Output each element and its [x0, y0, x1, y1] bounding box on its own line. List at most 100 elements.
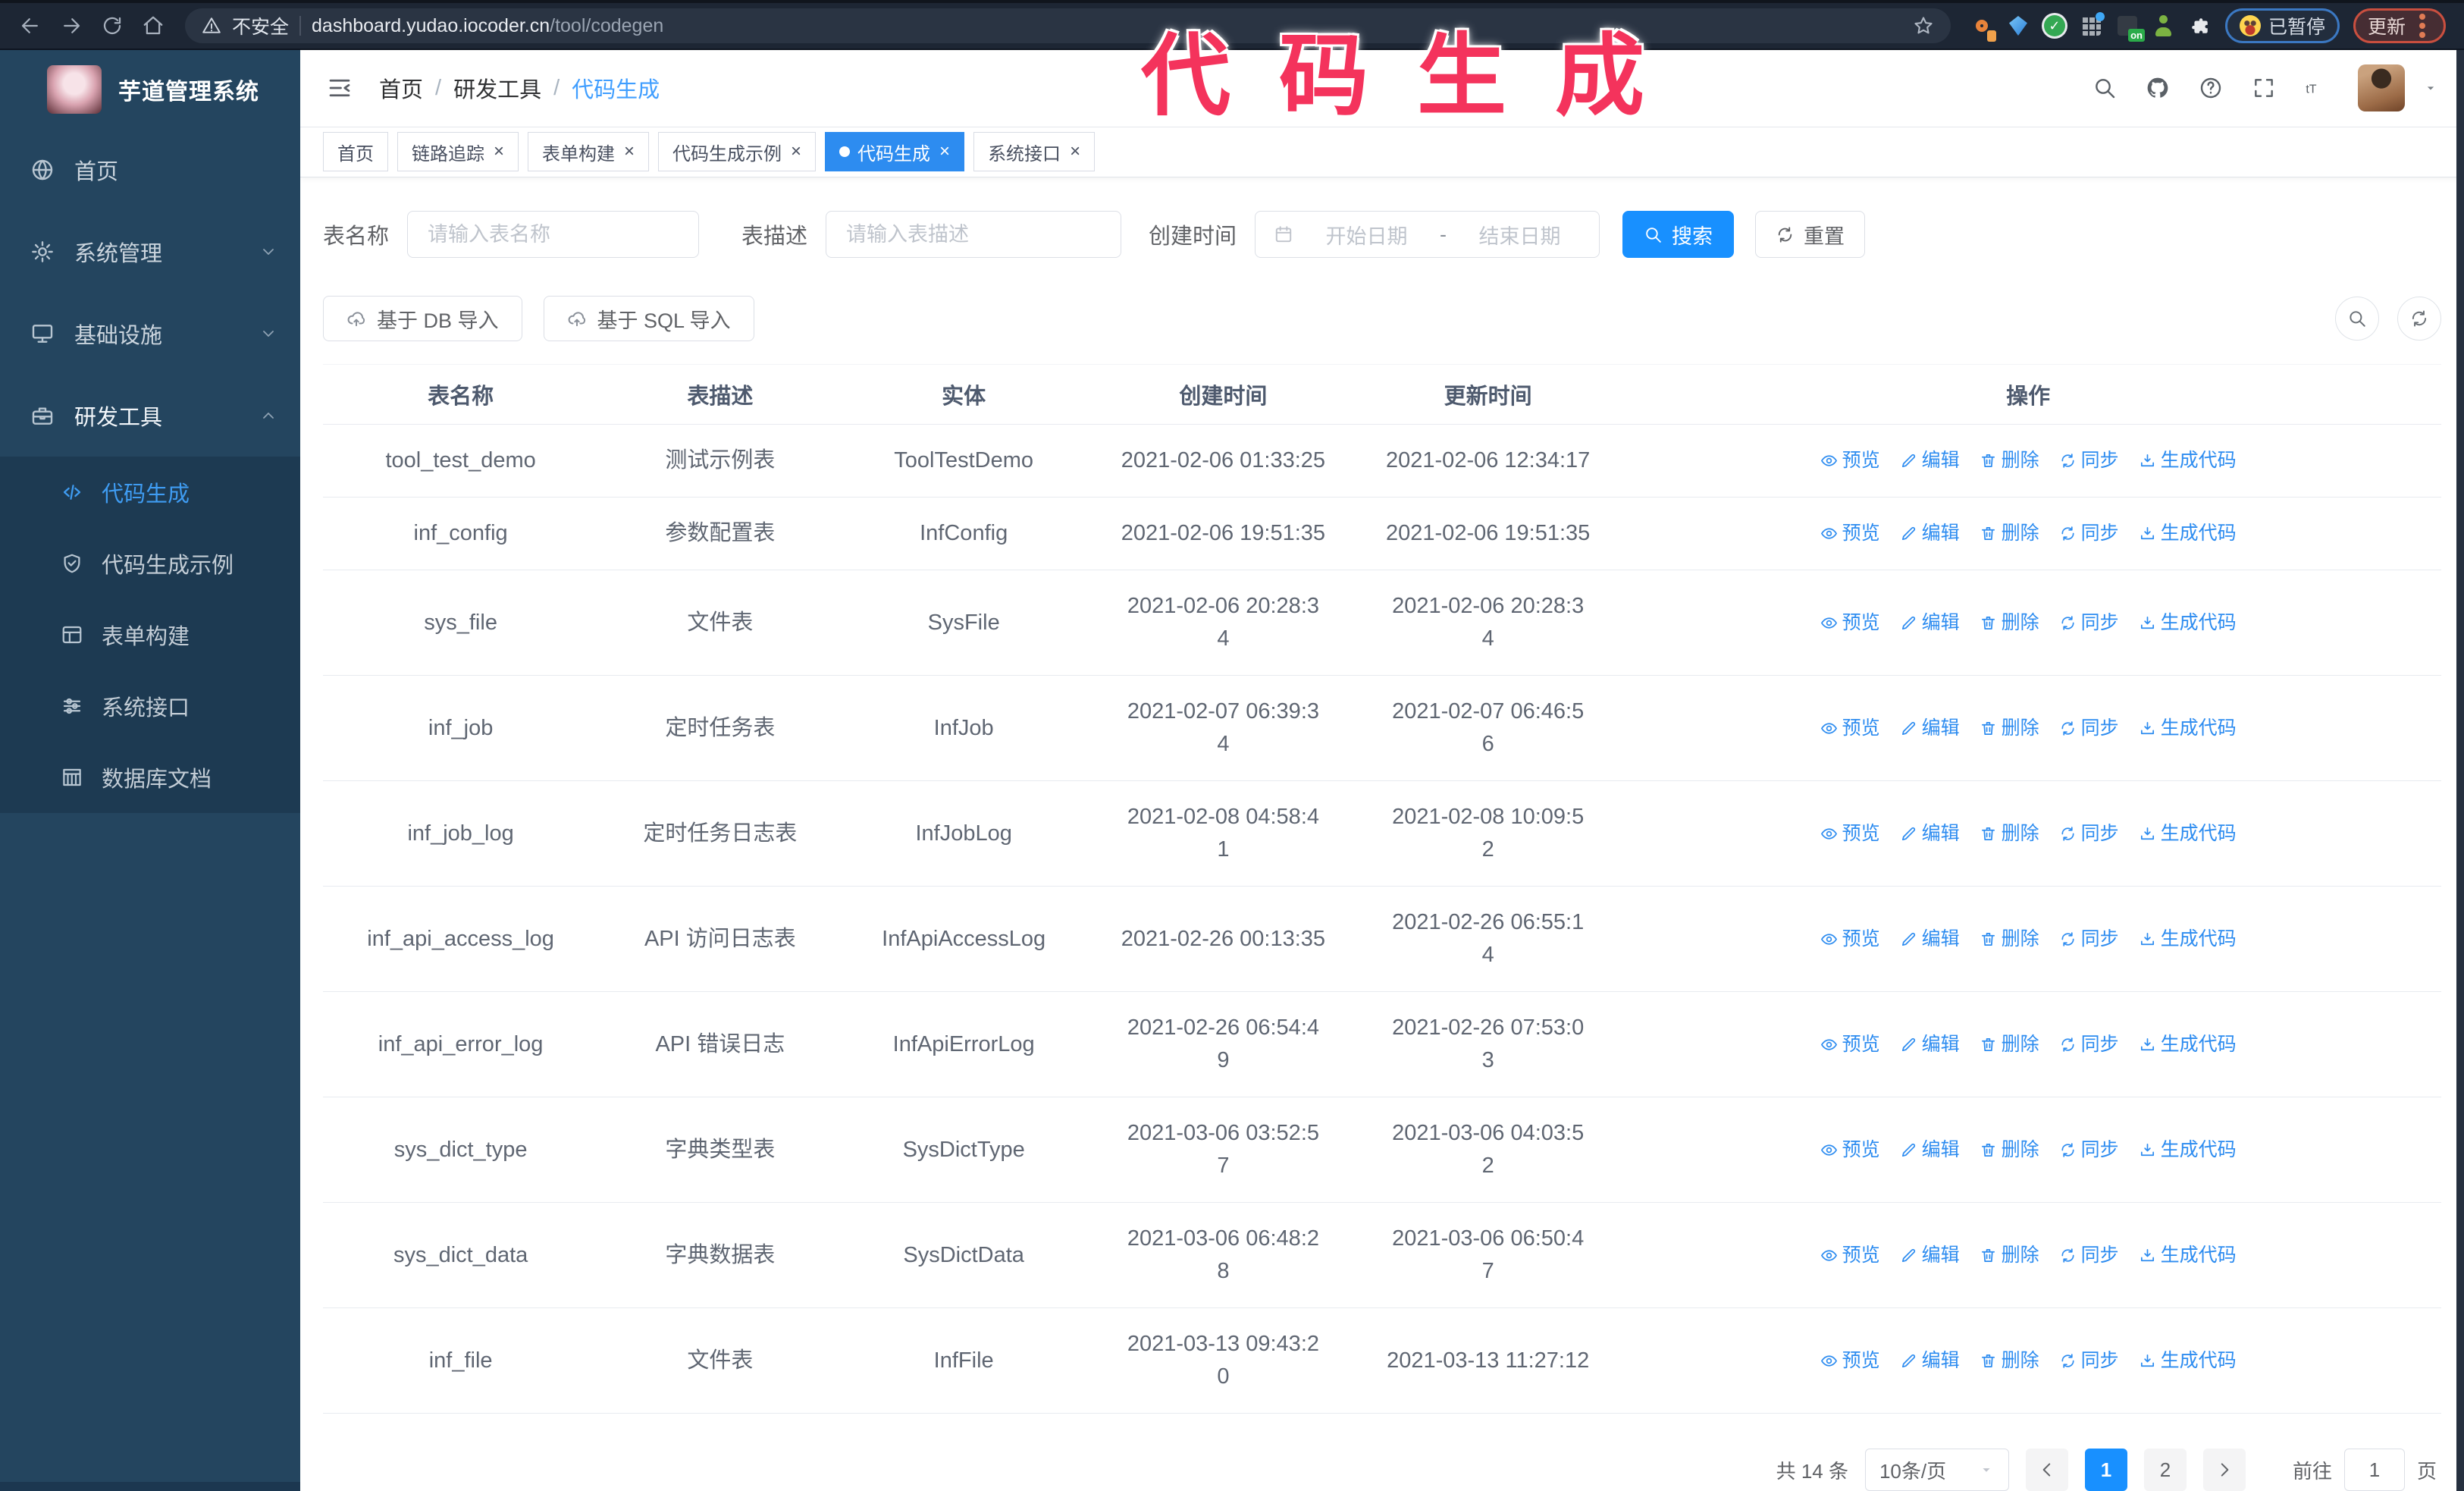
prev-page-button[interactable] [2025, 1449, 2068, 1491]
tab-view-tag[interactable]: 系统接口 × [973, 132, 1096, 172]
action-link[interactable]: 删除 [1980, 1239, 2039, 1272]
import-db-button[interactable]: 基于 DB 导入 [323, 296, 522, 341]
extension-dark-icon[interactable]: on [2116, 14, 2145, 42]
close-icon[interactable]: × [624, 143, 635, 161]
action-link[interactable]: 生成代码 [2139, 712, 2237, 745]
menu-dots-icon[interactable] [2419, 23, 2425, 29]
table-desc-input[interactable] [845, 221, 1103, 247]
date-range-picker[interactable]: 开始日期 - 结束日期 [1255, 211, 1600, 258]
extension-person-icon[interactable] [2152, 14, 2175, 37]
close-icon[interactable]: × [791, 143, 801, 161]
tab-view-tag[interactable]: 表单构建 × [528, 132, 650, 172]
table-desc-field[interactable] [826, 211, 1122, 258]
update-badge[interactable]: 更新 [2353, 8, 2446, 43]
action-link[interactable]: 删除 [1980, 1345, 2039, 1377]
action-link[interactable]: 预览 [1820, 1239, 1880, 1272]
action-link[interactable]: 删除 [1980, 1028, 2039, 1061]
action-link[interactable]: 生成代码 [2139, 818, 2237, 850]
breadcrumb-item[interactable]: 研发工具 [453, 72, 541, 104]
action-link[interactable]: 编辑 [1900, 923, 1960, 956]
extension-grid-icon[interactable] [2080, 14, 2102, 37]
action-link[interactable]: 编辑 [1900, 1345, 1960, 1377]
action-link[interactable]: 同步 [2059, 923, 2119, 956]
table-name-input[interactable] [426, 221, 681, 247]
tab-view-tag[interactable]: 代码生成 × [825, 132, 965, 172]
goto-page-input[interactable] [2343, 1449, 2405, 1491]
action-link[interactable]: 编辑 [1900, 1134, 1960, 1166]
close-icon[interactable]: × [1070, 143, 1080, 161]
action-link[interactable]: 删除 [1980, 818, 2039, 850]
action-link[interactable]: 同步 [2059, 444, 2119, 477]
font-size-icon[interactable]: tT [2305, 76, 2329, 100]
bookmark-star-icon[interactable] [1913, 15, 1934, 36]
caret-down-icon[interactable] [2423, 80, 2438, 96]
reset-button[interactable]: 重置 [1755, 211, 1866, 258]
extension-gem-icon[interactable] [2007, 14, 2030, 37]
back-icon[interactable] [12, 8, 49, 44]
close-icon[interactable]: × [939, 143, 950, 161]
avatar[interactable] [2358, 64, 2405, 112]
sidebar-subitem[interactable]: 表单构建 [0, 599, 300, 670]
action-link[interactable]: 编辑 [1900, 818, 1960, 850]
sidebar-subitem[interactable]: 代码生成 [0, 457, 300, 528]
sidebar-item[interactable]: 首页 [0, 129, 300, 211]
action-link[interactable]: 生成代码 [2139, 517, 2237, 550]
action-link[interactable]: 预览 [1820, 444, 1880, 477]
page-number[interactable]: 2 [2143, 1449, 2187, 1491]
action-link[interactable]: 删除 [1980, 1134, 2039, 1166]
action-link[interactable]: 同步 [2059, 1345, 2119, 1377]
action-link[interactable]: 预览 [1820, 923, 1880, 956]
action-link[interactable]: 编辑 [1900, 712, 1960, 745]
action-link[interactable]: 同步 [2059, 607, 2119, 639]
next-page-button[interactable] [2202, 1449, 2246, 1491]
action-link[interactable]: 同步 [2059, 818, 2119, 850]
action-link[interactable]: 预览 [1820, 818, 1880, 850]
breadcrumb-item[interactable]: 首页 [379, 72, 423, 104]
action-link[interactable]: 编辑 [1900, 444, 1960, 477]
action-link[interactable]: 编辑 [1900, 1028, 1960, 1061]
action-link[interactable]: 生成代码 [2139, 1345, 2237, 1377]
sidebar-item[interactable]: 系统管理 [0, 211, 300, 293]
search-button[interactable]: 搜索 [1622, 211, 1735, 258]
action-link[interactable]: 删除 [1980, 607, 2039, 639]
paused-badge[interactable]: 已暂停 [2224, 8, 2340, 43]
address-bar[interactable]: 不安全 dashboard.yudao.iocoder.cn/tool/code… [185, 8, 1951, 43]
home-icon[interactable] [135, 8, 171, 44]
forward-icon[interactable] [53, 8, 89, 44]
page-number[interactable]: 1 [2084, 1449, 2127, 1491]
close-icon[interactable]: × [494, 143, 504, 161]
action-link[interactable]: 删除 [1980, 517, 2039, 550]
action-link[interactable]: 生成代码 [2139, 1239, 2237, 1272]
hamburger-icon[interactable] [326, 74, 353, 102]
tab-view-tag[interactable]: 首页 [323, 132, 388, 172]
action-link[interactable]: 生成代码 [2139, 607, 2237, 639]
action-link[interactable]: 生成代码 [2139, 923, 2237, 956]
action-link[interactable]: 删除 [1980, 923, 2039, 956]
fullscreen-icon[interactable] [2252, 76, 2276, 100]
action-link[interactable]: 编辑 [1900, 517, 1960, 550]
action-link[interactable]: 预览 [1820, 607, 1880, 639]
action-link[interactable]: 删除 [1980, 712, 2039, 745]
action-link[interactable]: 同步 [2059, 1134, 2119, 1166]
extensions-puzzle-icon[interactable] [2189, 14, 2212, 37]
question-icon[interactable] [2199, 76, 2223, 100]
action-link[interactable]: 同步 [2059, 517, 2119, 550]
extension-check-icon[interactable]: ✓ [2043, 14, 2066, 37]
action-link[interactable]: 生成代码 [2139, 1134, 2237, 1166]
extension-orange-icon[interactable] [1970, 14, 1993, 37]
action-link[interactable]: 同步 [2059, 712, 2119, 745]
action-link[interactable]: 预览 [1820, 517, 1880, 550]
action-link[interactable]: 预览 [1820, 712, 1880, 745]
action-link[interactable]: 预览 [1820, 1134, 1880, 1166]
action-link[interactable]: 删除 [1980, 444, 2039, 477]
search-icon[interactable] [2093, 76, 2117, 100]
sidebar-subitem[interactable]: 数据库文档 [0, 742, 300, 813]
reload-icon[interactable] [94, 8, 130, 44]
action-link[interactable]: 预览 [1820, 1028, 1880, 1061]
sidebar-item[interactable]: 研发工具 [0, 375, 300, 457]
table-name-field[interactable] [407, 211, 700, 258]
sidebar-subitem[interactable]: 代码生成示例 [0, 528, 300, 599]
action-link[interactable]: 同步 [2059, 1239, 2119, 1272]
github-icon[interactable] [2146, 76, 2170, 100]
sidebar-subitem[interactable]: 系统接口 [0, 670, 300, 742]
